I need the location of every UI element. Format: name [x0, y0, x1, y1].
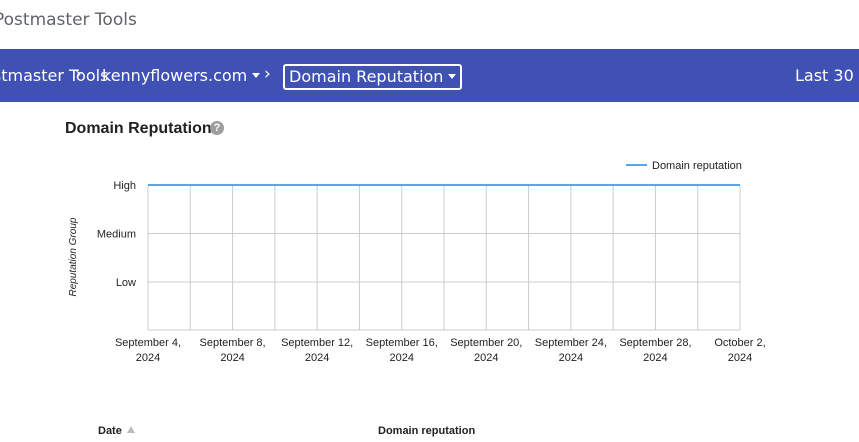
domain-reputation-chart: Low Medium High September 4, 2024 September 8…	[68, 160, 766, 364]
sort-ascending-icon	[126, 426, 135, 433]
y-axis-label: Reputation Group	[68, 217, 79, 296]
x-tick-label: September 12, 2024	[281, 337, 353, 364]
legend-label: Domain reputation	[652, 160, 742, 172]
column-header-domain-reputation[interactable]: Domain reputation	[378, 425, 475, 437]
x-tick-label: September 24, 2024	[535, 337, 607, 364]
x-tick-label: September 4, 2024	[115, 337, 181, 364]
x-tick-label: September 28, 2024	[619, 337, 691, 364]
y-tick-label: High	[113, 180, 136, 192]
x-tick-label: September 20, 2024	[450, 337, 522, 364]
y-tick-label: Medium	[97, 229, 136, 241]
column-header-date[interactable]: Date	[98, 425, 135, 437]
x-tick-label: October 2, 2024	[714, 337, 765, 364]
x-tick-label: September 8, 2024	[200, 337, 266, 364]
x-tick-label: September 16, 2024	[366, 337, 438, 364]
column-header-date-label: Date	[98, 425, 122, 437]
y-tick-label: Low	[116, 277, 136, 289]
